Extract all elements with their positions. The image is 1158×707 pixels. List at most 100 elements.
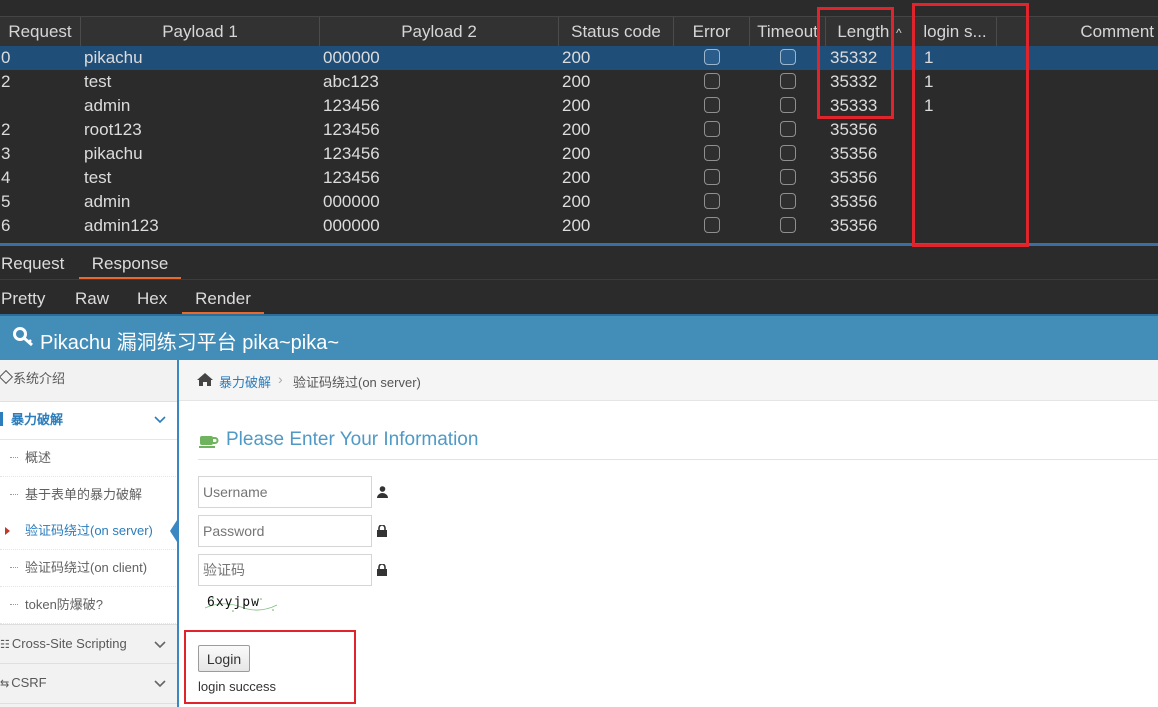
username-input[interactable] [198,476,372,508]
sort-asc-icon: ^ [896,26,902,40]
timeout-checkbox[interactable] [780,145,796,161]
tree-line-icon [10,567,18,568]
sidebar-item-bruteforce[interactable]: 暴力破解 [0,402,178,440]
chevron-down-icon [154,416,166,424]
home-icon[interactable] [196,372,214,387]
user-icon [377,486,388,498]
tab-request[interactable]: Request [1,248,64,277]
breadcrumb: 暴力破解 › 验证码绕过(on server) [179,360,1158,401]
col-status-code[interactable]: Status code [559,17,674,47]
col-error[interactable]: Error [674,17,750,47]
sidebar-subitem[interactable]: 基于表单的暴力破解 [0,477,178,514]
tag-icon [0,369,14,385]
table-row[interactable]: admin 123456 200 35333 1 [0,94,1158,118]
col-timeout[interactable]: Timeout [750,17,826,47]
timeout-checkbox[interactable] [780,169,796,185]
cell-request: 2 [1,120,11,139]
cell-login: 1 [924,48,934,67]
sidebar-item-label: 系统介绍 [13,371,66,386]
cell-request: 4 [1,168,11,187]
timeout-checkbox[interactable] [780,49,796,65]
error-checkbox[interactable] [704,49,720,65]
timeout-checkbox[interactable] [780,121,796,137]
table-row[interactable]: 6 admin123 000000 200 35356 [0,214,1158,238]
sidebar-item-intro[interactable]: 系统介绍 [0,360,178,402]
sidebar-subitem-label: 概述 [25,450,52,465]
tree-line-icon [10,604,18,605]
sidebar-subitem[interactable]: 验证码绕过(on client) [0,550,178,587]
timeout-checkbox[interactable] [780,73,796,89]
col-length-label: Length [837,22,890,41]
col-request[interactable]: Request [0,17,81,47]
sidebar-subitem[interactable]: 验证码绕过(on server) [0,513,179,550]
error-checkbox[interactable] [704,73,720,89]
login-result: login success [198,679,277,694]
cell-payload2: 000000 [323,216,380,235]
sidebar-subitem[interactable]: 概述 [0,440,178,477]
sidebar: 系统介绍 暴力破解 概述基于表单的暴力破解验证码绕过(on server) 验证码… [0,360,179,707]
table-row[interactable]: 2 test abc123 200 35332 1 [0,70,1158,94]
cell-request: 2 [1,72,11,91]
error-checkbox[interactable] [704,121,720,137]
cell-length: 35356 [830,216,878,235]
captcha-image[interactable]: 6xyjpw [203,594,279,614]
sidebar-item-label: 暴力破解 [11,412,64,427]
cell-payload2: 123456 [323,96,380,115]
lock-icon [377,525,387,537]
cell-status: 200 [562,216,591,235]
col-length[interactable]: Length ^ [826,17,914,47]
error-checkbox[interactable] [704,145,720,161]
table-row[interactable]: 4 test 123456 200 35356 [0,166,1158,190]
breadcrumb-parent[interactable]: 暴力破解 [219,372,271,391]
tab-hex[interactable]: Hex [137,281,167,312]
sidebar-subitem-label: 验证码绕过(on client) [25,560,148,575]
cell-payload1: test [84,72,112,91]
tab-render[interactable]: Render [182,281,264,314]
cell-length: 35356 [830,120,878,139]
col-payload1[interactable]: Payload 1 [81,17,320,47]
table-row[interactable]: 2 root123 123456 200 35356 [0,118,1158,142]
col-comment[interactable]: Comment [997,17,1158,47]
sidebar-subitem-label: token防爆破? [25,597,104,612]
error-checkbox[interactable] [704,217,720,233]
timeout-checkbox[interactable] [780,217,796,233]
cell-length: 35332 [830,48,878,67]
sidebar-item-xss[interactable]: ☷ Cross-Site Scripting [0,624,178,664]
coffee-icon [199,436,219,448]
col-login[interactable]: login s... [914,17,997,47]
cell-payload2: 123456 [323,168,380,187]
sidebar-subitem[interactable]: token防爆破? [0,587,178,624]
cell-status: 200 [562,48,591,67]
error-checkbox[interactable] [704,169,720,185]
captcha-input[interactable] [198,554,372,586]
cell-request: 5 [1,192,11,211]
cell-status: 200 [562,120,591,139]
cell-payload1: test [84,168,112,187]
table-row[interactable]: 5 admin 000000 200 35356 [0,190,1158,214]
cell-payload1: pikachu [84,48,143,67]
cell-payload2: 123456 [323,144,380,163]
lock-icon [377,564,387,576]
error-checkbox[interactable] [704,193,720,209]
tab-response[interactable]: Response [79,248,181,279]
tab-raw[interactable]: Raw [75,281,109,312]
error-checkbox[interactable] [704,97,720,113]
sidebar-accent-bar [177,360,179,707]
tab-pretty[interactable]: Pretty [1,281,45,312]
sidebar-item-csrf[interactable]: ⇆ CSRF [0,664,178,704]
captcha-text: 6xyjpw [207,595,260,610]
cell-payload2: 123456 [323,120,380,139]
sidebar-subitem-label: 验证码绕过(on server) [25,523,153,538]
col-payload2[interactable]: Payload 2 [320,17,559,47]
cell-status: 200 [562,192,591,211]
cell-status: 200 [562,168,591,187]
cell-request: 6 [1,216,11,235]
table-scrollbar[interactable] [0,243,1158,246]
password-input[interactable] [198,515,372,547]
breadcrumb-current: 验证码绕过(on server) [293,375,421,390]
timeout-checkbox[interactable] [780,97,796,113]
timeout-checkbox[interactable] [780,193,796,209]
table-row[interactable]: 3 pikachu 123456 200 35356 [0,142,1158,166]
login-button[interactable]: Login [198,645,250,672]
table-row[interactable]: 0 pikachu 000000 200 35332 1 [0,46,1158,70]
